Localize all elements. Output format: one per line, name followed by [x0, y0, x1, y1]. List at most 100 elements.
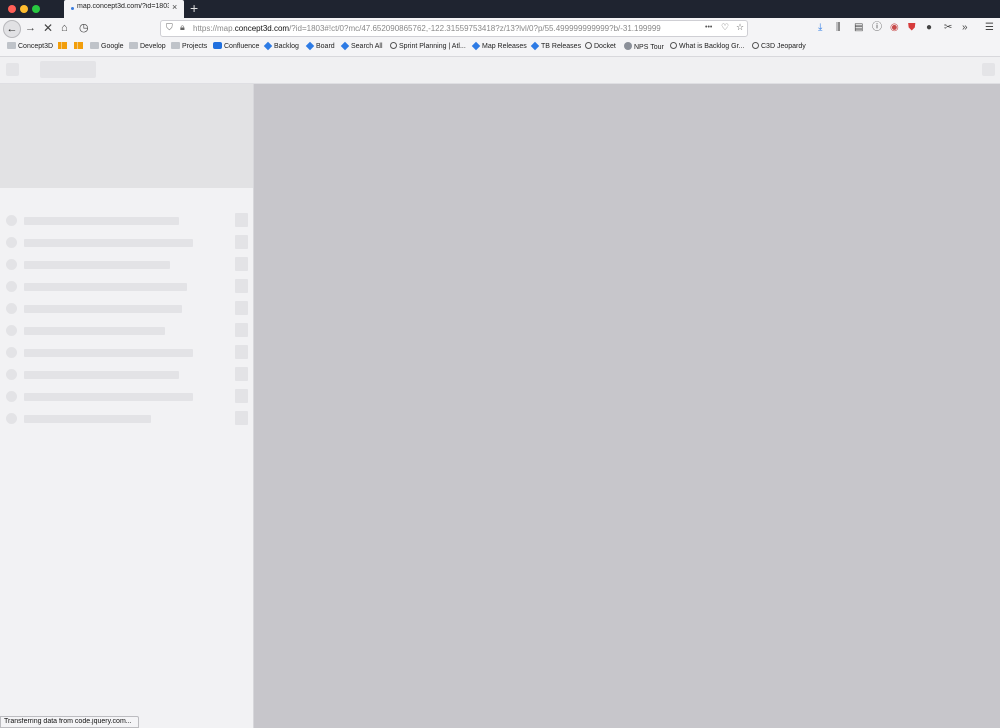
- row-text-placeholder: [24, 393, 193, 401]
- extension-avatar-icon[interactable]: ●: [926, 22, 932, 34]
- address-bar[interactable]: ⛉ 🔒︎ https://map.concept3d.com/?id=1803#…: [160, 20, 748, 37]
- pocket-icon[interactable]: ♡: [721, 22, 729, 33]
- bookmarks-toolbar: Concept3D Google Develop Projects Conflu…: [0, 39, 1000, 57]
- bookmark-analytics[interactable]: [74, 42, 85, 52]
- row-icon-placeholder: [6, 391, 17, 402]
- row-icon-placeholder: [6, 369, 17, 380]
- row-text-placeholder: [24, 239, 193, 247]
- row-icon-placeholder: [6, 281, 17, 292]
- bookmark-search-all[interactable]: Search All: [340, 41, 383, 52]
- bar-chart-icon: [58, 42, 67, 49]
- history-clock-icon[interactable]: ◷: [79, 21, 89, 35]
- tab-close-icon[interactable]: ×: [172, 2, 177, 12]
- row-icon-placeholder: [6, 215, 17, 226]
- row-icon-placeholder: [6, 347, 17, 358]
- row-action-placeholder: [235, 389, 248, 403]
- page-actions-icon[interactable]: •••: [705, 24, 712, 31]
- minimize-window-button[interactable]: [20, 5, 28, 13]
- analytics-icon: [74, 42, 83, 49]
- logo-placeholder: [40, 61, 96, 78]
- nps-icon: [624, 42, 632, 50]
- close-window-button[interactable]: [8, 5, 16, 13]
- row-action-placeholder: [235, 323, 248, 337]
- row-text-placeholder: [24, 415, 151, 423]
- url-domain: concept3d.com: [234, 24, 290, 33]
- navigation-toolbar: ← → ✕ ⌂ ◷ ⛉ 🔒︎ https://map.concept3d.com…: [0, 18, 1000, 39]
- url-prefix: https://map.: [193, 24, 235, 33]
- toolbar-button-placeholder[interactable]: [982, 63, 995, 76]
- bookmark-develop[interactable]: Develop: [129, 42, 166, 52]
- row-text-placeholder: [24, 349, 193, 357]
- downloads-icon[interactable]: ⤓: [818, 22, 822, 34]
- list-item-placeholder: [0, 322, 253, 344]
- new-tab-button[interactable]: +: [190, 0, 198, 16]
- folder-icon: [171, 42, 180, 49]
- list-item-placeholder: [0, 234, 253, 256]
- map-canvas-loading[interactable]: [254, 84, 1000, 728]
- jira-icon: [263, 41, 273, 51]
- confluence-icon: [213, 42, 222, 49]
- extension-icon[interactable]: ◉: [890, 22, 899, 34]
- home-button[interactable]: ⌂: [61, 21, 68, 35]
- screenshot-icon[interactable]: ✂: [944, 22, 952, 34]
- back-button[interactable]: ←: [3, 20, 21, 38]
- row-text-placeholder: [24, 327, 165, 335]
- row-icon-placeholder: [6, 303, 17, 314]
- bookmark-google[interactable]: Google: [90, 42, 124, 52]
- list-item-placeholder: [0, 344, 253, 366]
- library-icon[interactable]: ⫼: [836, 22, 841, 34]
- row-icon-placeholder: [6, 413, 17, 424]
- jira-icon: [471, 41, 481, 51]
- row-icon-placeholder: [6, 325, 17, 336]
- bookmark-bar-chart[interactable]: [58, 42, 69, 52]
- bookmark-backlog-grooming[interactable]: What is Backlog Gr...: [670, 42, 744, 52]
- url-text[interactable]: https://map.concept3d.com/?id=1803#!ct/0…: [193, 24, 701, 33]
- bookmark-map-releases[interactable]: Map Releases: [471, 41, 527, 52]
- globe-icon: [752, 42, 759, 49]
- bookmark-c3d-jeopardy[interactable]: C3D Jeopardy: [752, 42, 806, 52]
- row-action-placeholder: [235, 279, 248, 293]
- sidebar-skeleton: [0, 84, 254, 728]
- row-action-placeholder: [235, 257, 248, 271]
- sidebar-header-placeholder: [0, 84, 253, 188]
- stop-loading-button[interactable]: ✕: [43, 21, 53, 35]
- sidebar-icon[interactable]: ▤: [854, 22, 863, 34]
- lock-icon[interactable]: 🔒︎: [180, 22, 185, 33]
- bookmark-backlog[interactable]: Backlog: [263, 41, 299, 52]
- bookmark-star-icon[interactable]: ☆: [736, 22, 744, 33]
- ublock-shield-icon[interactable]: ⛊: [908, 22, 916, 34]
- jira-icon: [305, 41, 315, 51]
- menu-hamburger-icon[interactable]: ☰: [985, 22, 994, 34]
- row-action-placeholder: [235, 235, 248, 249]
- status-bar: Transferring data from code.jquery.com..…: [0, 716, 139, 728]
- overflow-chevron-icon[interactable]: »: [962, 22, 968, 34]
- bookmark-sprint-planning[interactable]: Sprint Planning | Atl...: [390, 42, 466, 52]
- folder-icon: [7, 42, 16, 49]
- bookmark-projects[interactable]: Projects: [171, 42, 207, 52]
- browser-tab[interactable]: map.concept3d.com/?id=1803 ×: [64, 0, 184, 18]
- zoom-window-button[interactable]: [32, 5, 40, 13]
- menu-button-placeholder[interactable]: [6, 63, 19, 76]
- extension-info-icon[interactable]: ⓘ: [872, 22, 882, 34]
- globe-icon: [390, 42, 397, 49]
- shield-icon[interactable]: ⛉: [166, 22, 173, 33]
- bookmark-nps-tour[interactable]: NPS Tour: [624, 42, 664, 53]
- list-item-placeholder: [0, 256, 253, 278]
- tab-title: map.concept3d.com/?id=1803: [77, 3, 169, 10]
- bookmark-concept3d[interactable]: Concept3D: [7, 42, 53, 52]
- row-text-placeholder: [24, 305, 182, 313]
- row-action-placeholder: [235, 367, 248, 381]
- window-titlebar: map.concept3d.com/?id=1803 × +: [0, 0, 1000, 18]
- bookmark-docket[interactable]: Docket: [585, 42, 616, 52]
- row-text-placeholder: [24, 371, 179, 379]
- bookmark-confluence[interactable]: Confluence: [213, 42, 259, 52]
- forward-button[interactable]: →: [25, 21, 36, 35]
- folder-icon: [90, 42, 99, 49]
- list-item-placeholder: [0, 278, 253, 300]
- jira-icon: [530, 41, 540, 51]
- globe-icon: [585, 42, 592, 49]
- bookmark-board[interactable]: Board: [305, 41, 335, 52]
- globe-icon: [670, 42, 677, 49]
- row-text-placeholder: [24, 261, 170, 269]
- bookmark-tb-releases[interactable]: TB Releases: [530, 41, 581, 52]
